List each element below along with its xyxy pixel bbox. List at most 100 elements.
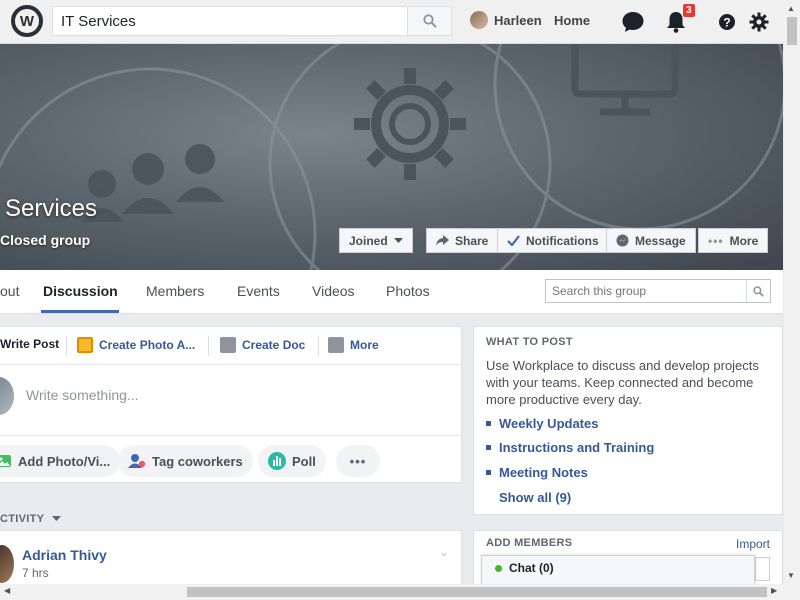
post-author-avatar[interactable] [0,545,14,583]
horizontal-scrollbar[interactable]: ◀ ▶ [0,584,800,600]
group-privacy-label: Closed group [0,232,91,248]
share-button[interactable]: Share [426,228,499,253]
horizontal-scroll-thumb[interactable] [187,587,767,597]
global-search-input[interactable] [53,7,409,35]
activity-sort-header[interactable]: CTIVITY [0,513,62,525]
write-post-tab[interactable]: Write Post [0,337,59,351]
tab-photos[interactable]: Photos [386,283,430,299]
suggestion-link-label: Weekly Updates [499,416,599,431]
tab-events[interactable]: Events [237,283,280,299]
vertical-scrollbar[interactable]: ▲ ▼ [784,0,800,584]
add-photo-label: Add Photo/Vi... [18,453,111,469]
notifications-label: Notifications [526,233,599,248]
add-members-title: ADD MEMBERS [486,537,573,549]
profile-link[interactable]: Harleen [470,11,542,29]
user-avatar [470,11,488,29]
online-status-dot [495,565,502,572]
message-label: Message [635,233,686,248]
joined-button[interactable]: Joined [339,228,413,253]
chat-label: Chat (0) [509,561,554,575]
create-doc-label: Create Doc [242,338,306,352]
caret-down-icon [393,237,403,243]
photo-icon [0,455,11,467]
search-button[interactable] [407,7,451,35]
divider [0,435,462,436]
write-post-label: Write Post [0,337,60,351]
composer-text-input[interactable]: Write something... [26,387,139,403]
what-to-post-title: WHAT TO POST [486,336,573,348]
tag-people-icon [128,454,146,468]
activity-label: CTIVITY [0,513,45,525]
bullet [486,470,491,475]
gear-icon[interactable] [746,9,772,35]
create-photo-label: Create Photo A... [99,338,196,352]
tag-coworkers-button[interactable]: Tag coworkers [118,445,253,477]
divider [318,336,319,356]
composer-more-options-button[interactable]: ••• [336,445,380,477]
show-all-link[interactable]: Show all (9) [499,490,571,505]
what-to-post-card: WHAT TO POST Use Workplace to discuss an… [473,326,783,515]
bullet [486,421,491,426]
search-icon [753,285,764,297]
more-button[interactable]: ••• More [698,228,769,253]
scroll-left-arrow-icon[interactable]: ◀ [4,586,10,595]
notification-count-badge: 3 [683,4,695,17]
composer-tabs: Write Post Create Photo A... Create Doc … [0,327,462,365]
scroll-down-arrow-icon[interactable]: ▼ [787,571,795,580]
add-photo-video-button[interactable]: Add Photo/Vi... [0,445,121,477]
scroll-up-arrow-icon[interactable]: ▲ [787,4,795,13]
group-search-input[interactable] [546,280,746,302]
composer-more-label: More [350,338,379,352]
more-grid-icon [328,337,344,353]
tab-members[interactable]: Members [146,283,204,299]
workplace-logo-icon[interactable]: W [11,5,43,37]
home-link[interactable]: Home [554,13,590,28]
share-label: Share [455,233,489,248]
group-search-button[interactable] [746,280,770,302]
add-member-input[interactable] [755,557,770,581]
tab-discussion[interactable]: Discussion [43,283,118,299]
vertical-scroll-thumb[interactable] [787,17,797,45]
suggestion-link-meeting-notes[interactable]: Meeting Notes [486,465,588,480]
poll-label: Poll [292,453,316,469]
message-button[interactable]: Message [606,228,696,253]
notifications-button[interactable]: Notifications [497,228,609,253]
create-doc-tab[interactable]: Create Doc [220,337,305,353]
scroll-right-arrow-icon[interactable]: ▶ [771,586,777,595]
caret-down-icon [52,516,62,521]
what-to-post-description: Use Workplace to discuss and develop pro… [486,358,759,407]
create-photo-album-tab[interactable]: Create Photo A... [77,337,195,353]
post-timestamp[interactable]: 7 hrs [22,566,49,580]
composer-more-tab[interactable]: More [328,337,379,353]
group-cover-photo: Services Closed group Joined Share Notif… [0,44,783,270]
more-dots-icon: ••• [349,453,367,469]
suggestion-link-label: Instructions and Training [499,440,655,455]
help-icon[interactable]: ? [714,9,740,35]
feed-post: Adrian Thivy 7 hrs ⌄ [0,530,462,590]
photo-album-icon [77,337,93,353]
post-composer: Write Post Create Photo A... Create Doc … [0,326,462,483]
composer-avatar [0,377,14,415]
suggestion-link-weekly-updates[interactable]: Weekly Updates [486,416,598,431]
chat-bar[interactable]: Chat (0) [481,555,755,585]
poll-icon [268,452,286,470]
bullet [486,445,491,450]
divider [208,336,209,356]
import-link[interactable]: Import [736,537,770,551]
more-dots-icon: ••• [708,233,724,248]
share-arrow-icon [436,235,449,246]
chat-bubble-icon[interactable] [620,9,646,35]
tab-about[interactable]: out [0,283,19,299]
group-search [545,279,771,303]
group-tab-bar: out Discussion Members Events Videos Pho… [0,270,783,314]
chevron-down-icon[interactable]: ⌄ [439,545,449,559]
document-icon [220,337,236,353]
checkmark-icon [507,235,520,246]
group-name: Services [5,195,98,222]
post-author-name[interactable]: Adrian Thivy [22,547,107,563]
poll-button[interactable]: Poll [258,445,326,477]
top-navigation-bar: W Harleen Home 3 ? [0,0,784,44]
tab-videos[interactable]: Videos [312,283,355,299]
suggestion-link-instructions[interactable]: Instructions and Training [486,440,654,455]
suggestion-link-label: Meeting Notes [499,465,588,480]
